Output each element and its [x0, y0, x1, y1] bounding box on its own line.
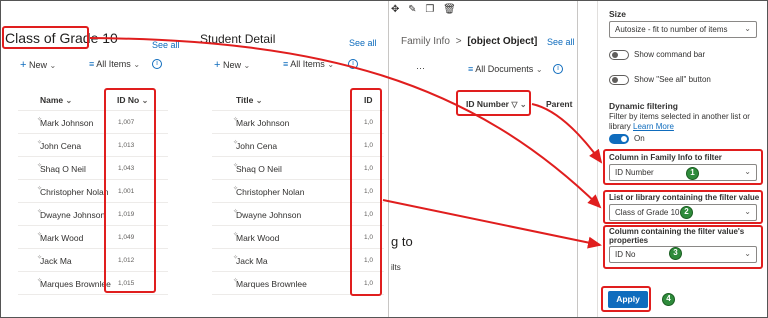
dynamic-filtering-toggle[interactable] — [609, 134, 629, 144]
webpart-toolbar: ✥ ✎ ❐ 🗑 — [391, 4, 456, 15]
learn-more-link[interactable]: Learn More — [633, 122, 674, 131]
row-name-cell[interactable]: Dwayne Johnson — [40, 210, 105, 220]
info-icon[interactable]: i — [348, 59, 358, 69]
row-name-cell[interactable]: Jack Ma — [236, 256, 268, 266]
see-all-link[interactable]: See all — [152, 40, 180, 50]
chevron-down-icon: ⌄ — [133, 60, 141, 69]
duplicate-icon[interactable]: ❐ — [425, 4, 434, 15]
row-name-cell[interactable]: Marques Brownlee — [40, 279, 111, 289]
highlight-panel-title — [2, 26, 89, 49]
row-name-cell[interactable]: Mark Johnson — [40, 118, 93, 128]
filter-description: Filter by items selected in another list… — [609, 112, 750, 121]
toggle-state-label: On — [634, 134, 645, 143]
row-name-cell[interactable]: Christopher Nolan — [40, 187, 109, 197]
plus-icon: + — [20, 59, 27, 71]
row-name-cell[interactable]: Mark Wood — [236, 233, 279, 243]
breadcrumb: Family Info > [object Object] — [401, 36, 538, 47]
command-bar-label: Show command bar — [634, 50, 706, 59]
command-bar-toggle[interactable] — [609, 50, 629, 60]
column-header-title[interactable]: Title ⌄ — [236, 95, 262, 105]
more-options-button[interactable]: ··· — [416, 63, 425, 73]
row-name-cell[interactable]: Mark Wood — [40, 233, 83, 243]
truncated-text: g to — [391, 234, 413, 249]
filter-description-line2: library Learn More — [609, 122, 674, 131]
breadcrumb-current: [object Object] — [467, 36, 538, 47]
chevron-down-icon: ⌄ — [255, 96, 263, 105]
delete-icon[interactable]: 🗑 — [443, 4, 456, 15]
chevron-down-icon: ⌄ — [535, 65, 543, 74]
row-name-cell[interactable]: Shaq O Neil — [40, 164, 86, 174]
highlight-col-family — [603, 149, 763, 185]
list-view-icon: ≡ — [468, 64, 474, 74]
chevron-down-icon: ⌄ — [65, 96, 73, 105]
highlight-id-column — [350, 88, 382, 296]
step-badge-1: 1 — [686, 167, 699, 180]
breadcrumb-root[interactable]: Family Info — [401, 36, 450, 47]
see-all-link[interactable]: See all — [349, 38, 377, 48]
row-name-cell[interactable]: John Cena — [236, 141, 277, 151]
see-all-label: Show "See all" button — [634, 75, 711, 84]
plus-icon: + — [214, 59, 221, 71]
chevron-down-icon: ⌄ — [49, 61, 57, 70]
size-dropdown[interactable]: Autosize - fit to number of items ⌄ — [609, 21, 757, 38]
new-button[interactable]: + New ⌄ — [20, 59, 56, 71]
document-panel-family: ✥ ✎ ❐ 🗑 Family Info > [object Object] Se… — [388, 0, 578, 318]
step-badge-3: 3 — [669, 247, 682, 260]
row-name-cell[interactable]: Jack Ma — [40, 256, 72, 266]
dynamic-filtering-heading: Dynamic filtering — [609, 101, 678, 111]
see-all-link[interactable]: See all — [547, 37, 575, 47]
chevron-down-icon: ⌄ — [744, 24, 751, 33]
see-all-toggle[interactable] — [609, 75, 629, 85]
row-name-cell[interactable]: John Cena — [40, 141, 81, 151]
highlight-id-number-header — [456, 90, 531, 116]
view-selector[interactable]: ≡ All Items ⌄ — [89, 59, 140, 69]
new-button[interactable]: + New ⌄ — [214, 59, 250, 71]
row-name-cell[interactable]: Mark Johnson — [236, 118, 289, 128]
row-name-cell[interactable]: Dwayne Johnson — [236, 210, 301, 220]
chevron-down-icon: ⌄ — [243, 61, 251, 70]
panel-title: Student Detail — [200, 32, 276, 46]
row-divider — [18, 294, 168, 295]
info-icon[interactable]: i — [152, 59, 162, 69]
move-icon[interactable]: ✥ — [391, 4, 399, 15]
step-badge-2: 2 — [680, 206, 693, 219]
highlight-col-props — [603, 225, 763, 269]
view-selector[interactable]: ≡ All Items ⌄ — [283, 59, 334, 69]
view-selector[interactable]: ≡ All Documents ⌄ — [468, 64, 543, 74]
chevron-down-icon: ⌄ — [327, 60, 335, 69]
highlight-id-no-column — [104, 88, 156, 293]
edit-icon[interactable]: ✎ — [408, 4, 416, 15]
row-name-cell[interactable]: Shaq O Neil — [236, 164, 282, 174]
size-label: Size — [609, 9, 627, 19]
column-header-name[interactable]: Name ⌄ — [40, 95, 72, 105]
step-badge-4: 4 — [662, 293, 675, 306]
row-name-cell[interactable]: Christopher Nolan — [236, 187, 305, 197]
highlight-apply — [601, 286, 651, 312]
info-icon[interactable]: i — [553, 64, 563, 74]
list-view-icon: ≡ — [283, 59, 289, 69]
truncated-text: ilts — [391, 263, 401, 272]
list-view-icon: ≡ — [89, 59, 95, 69]
column-header-parent[interactable]: Parent — [546, 99, 572, 109]
row-name-cell[interactable]: Marques Brownlee — [236, 279, 307, 289]
